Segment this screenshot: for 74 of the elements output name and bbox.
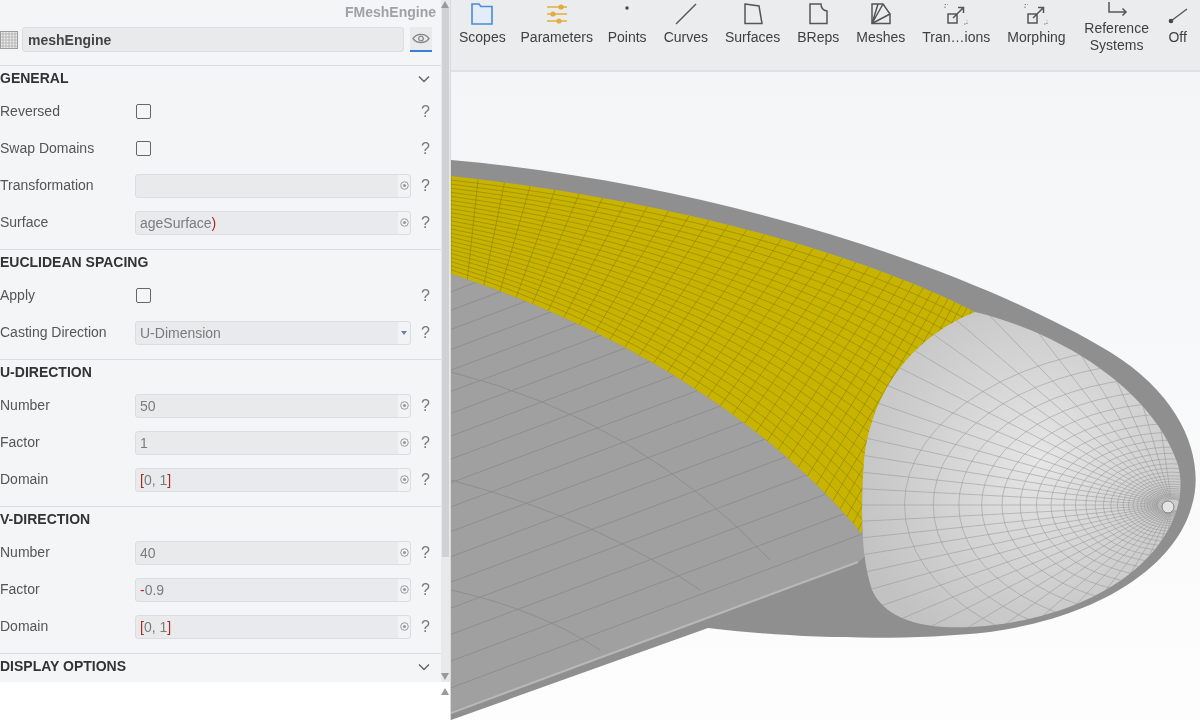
circle-dot-icon (399, 181, 409, 190)
toolbar-button[interactable]: Off (1163, 0, 1192, 70)
help-button[interactable]: ? (411, 212, 440, 233)
section-title: U-DIRECTION (0, 363, 92, 382)
eye-icon (412, 33, 430, 44)
circle-dot-icon (399, 438, 409, 447)
checkbox[interactable] (136, 288, 151, 303)
name-field[interactable]: meshEngine (22, 27, 404, 52)
input-field[interactable]: [0, 1] (135, 614, 411, 639)
chevron-icon[interactable] (418, 662, 430, 671)
section-title: EUCLIDEAN SPACING (0, 253, 149, 272)
help-button[interactable]: ? (411, 138, 440, 159)
caret-icon (401, 330, 407, 335)
toolbar-button[interactable]: Curves (659, 0, 712, 70)
section-title: DISPLAY OPTIONS (0, 657, 127, 676)
circle-dot-icon (399, 401, 409, 410)
dot-icon (625, 5, 630, 10)
dropdown[interactable]: U-Dimension (135, 320, 411, 345)
field-label: Transformation (0, 176, 95, 195)
scroll-up-icon[interactable] (441, 688, 449, 695)
checkbox[interactable] (136, 104, 151, 119)
input-field[interactable]: 50 (135, 393, 411, 418)
circle-dot-icon (399, 548, 409, 557)
toolbar-button[interactable]: Surfaces (721, 0, 785, 70)
toolbar-button[interactable]: Morphing (1003, 0, 1070, 70)
input-field[interactable]: [0, 1] (135, 467, 411, 492)
help-button[interactable]: ? (411, 285, 440, 306)
help-button[interactable]: ? (411, 101, 440, 122)
section-title: V-DIRECTION (0, 510, 91, 529)
input-field[interactable]: -0.9 (135, 577, 411, 602)
scrollbar-thumb[interactable] (442, 8, 449, 557)
input-field[interactable]: ageSurface) (135, 210, 411, 235)
scrollbar-track[interactable] (441, 0, 450, 682)
toolbar-button[interactable]: Parameters (518, 0, 595, 70)
toolbar-button[interactable]: Reference Systems (1078, 0, 1155, 70)
input-field[interactable]: 1 (135, 430, 411, 455)
help-button[interactable]: ? (411, 469, 440, 490)
field-label: Swap Domains (0, 139, 96, 158)
help-button[interactable]: ? (411, 542, 440, 563)
chevron-icon[interactable] (418, 74, 430, 83)
field-label: Reversed (0, 102, 61, 121)
circle-dot-icon (399, 218, 409, 227)
field-label: Number (0, 396, 51, 415)
circle-dot-icon (399, 475, 409, 484)
help-button[interactable]: ? (411, 175, 440, 196)
toolbar-button[interactable]: Points (603, 0, 651, 70)
help-button[interactable]: ? (411, 395, 440, 416)
input-field[interactable]: 40 (135, 540, 411, 565)
field-label: Factor (0, 433, 41, 452)
visibility-button[interactable] (410, 27, 432, 52)
circle-dot-icon (399, 622, 409, 631)
scroll-down-icon[interactable] (441, 673, 449, 680)
field-label: Factor (0, 580, 41, 599)
toolbar-button[interactable]: BReps (793, 0, 844, 70)
help-button[interactable]: ? (411, 579, 440, 600)
toolbar-button[interactable]: Scopes (455, 0, 510, 70)
field-label: Casting Direction (0, 323, 108, 342)
field-label: Number (0, 543, 51, 562)
checkbox[interactable] (136, 141, 151, 156)
field-label: Apply (0, 286, 37, 305)
help-button[interactable]: ? (411, 616, 440, 637)
section-title: GENERAL (0, 69, 69, 88)
field-label: Surface (0, 213, 50, 232)
field-label: Domain (0, 470, 50, 489)
field-label: Domain (0, 617, 50, 636)
panel-title: FMeshEngine (345, 4, 436, 20)
help-button[interactable]: ? (411, 322, 440, 343)
toolbar-button[interactable]: Tran…ions (918, 0, 995, 70)
help-button[interactable]: ? (411, 432, 440, 453)
circle-dot-icon (399, 585, 409, 594)
square-arrow-icon (943, 2, 970, 25)
square-arrow-icon (1023, 2, 1050, 25)
input-field[interactable] (135, 173, 411, 198)
toolbar-button[interactable]: Meshes (852, 0, 910, 70)
